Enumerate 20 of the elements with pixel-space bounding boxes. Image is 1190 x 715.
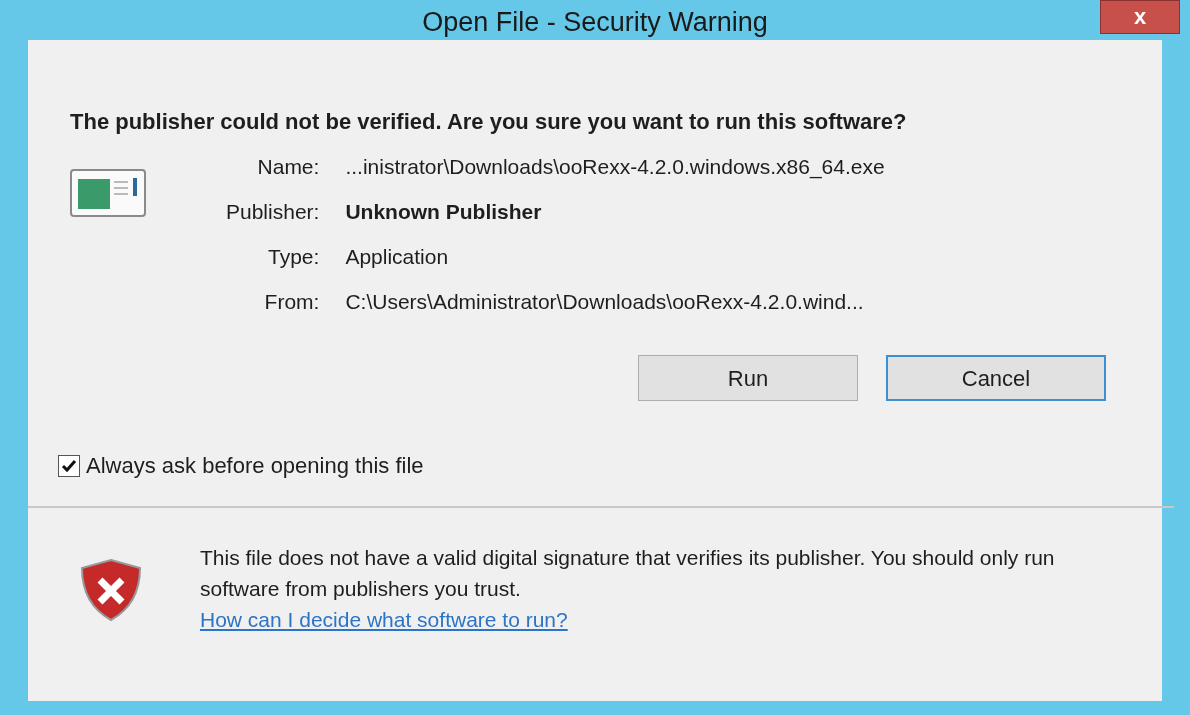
dialog-button[interactable]: Run [638, 355, 858, 401]
checkbox[interactable] [58, 454, 80, 477]
window-title: Open File - Security Warning [422, 5, 768, 39]
field-value: Application [345, 244, 450, 270]
field-value: C:\Users\Administrator\Downloads\ooRexx-4.2.0.wind... [345, 289, 865, 315]
field-value: Unknown Publisher [345, 199, 543, 225]
help-link[interactable]: How can I decide what software to run? [200, 608, 568, 631]
error-shield-icon [78, 558, 144, 622]
close-button[interactable]: x [1100, 0, 1180, 34]
checkmark-icon [61, 458, 77, 473]
warning-heading: The publisher could not be verified. Are you sure you want to run this software? [70, 108, 908, 136]
field-label: Type: [267, 244, 320, 270]
warning-message: This file does not have a valid digital signature that verifies its publisher. You should only run software from publishers you trust. [200, 545, 1056, 602]
checkbox-label: Always ask before opening this file [86, 452, 424, 480]
application-window-icon [70, 169, 146, 217]
field-label: Publisher: [226, 199, 320, 225]
field-label: From: [263, 289, 320, 315]
field-value: ...inistrator\Downloads\ooRexx-4.2.0.windows.x86_64.exe [345, 154, 885, 181]
field-label: Name: [256, 154, 320, 180]
dialog-button[interactable]: Cancel [886, 355, 1106, 401]
